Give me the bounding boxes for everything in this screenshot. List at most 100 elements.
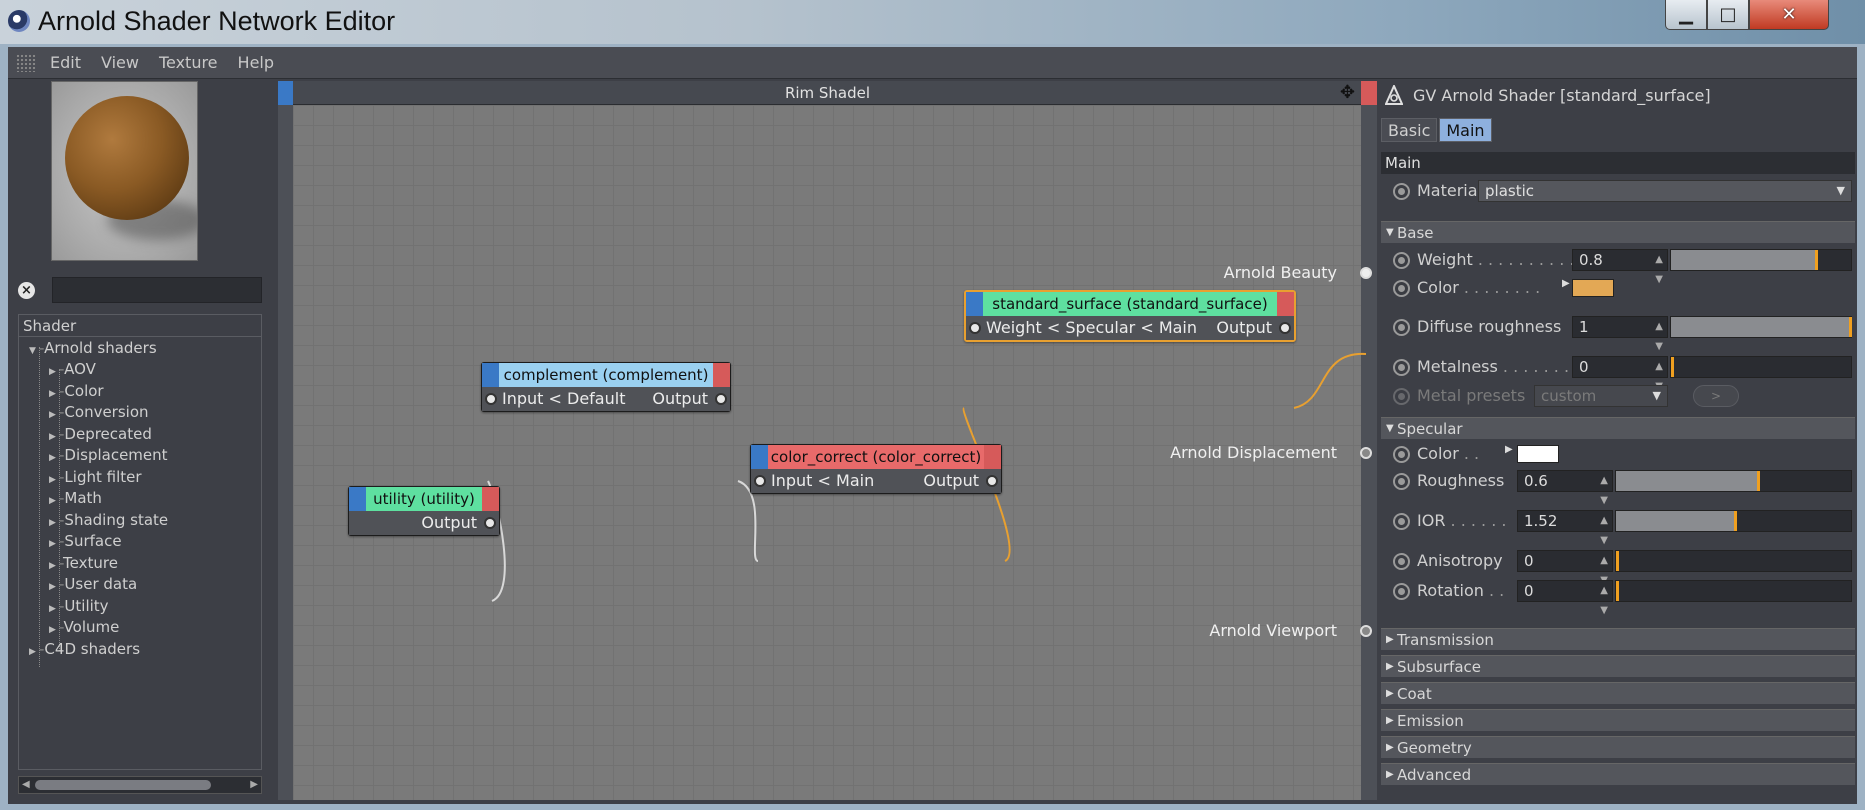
slider-handle[interactable] [1616,551,1619,571]
base-color-swatch[interactable] [1572,279,1614,297]
tree-item-color[interactable]: ▶ -Color [49,380,104,402]
slider-handle[interactable] [1733,511,1737,531]
scroll-left-icon[interactable]: ◀ [22,777,30,793]
editor-output-tab[interactable] [1361,81,1377,105]
keyframe-radio-icon[interactable] [1393,583,1410,600]
output-port-icon[interactable] [1279,322,1291,334]
keyframe-radio-icon[interactable] [1393,513,1410,530]
output-port-icon[interactable] [484,517,496,529]
input-port-icon[interactable] [969,322,981,334]
tree-item-surface[interactable]: ▶ -Surface [49,530,122,552]
tree-item-c4d-shaders[interactable]: ▶ -C4D shaders [29,638,140,660]
group-subsurface-header[interactable]: ▶ Subsurface [1381,655,1855,677]
tree-item-utility[interactable]: ▶ -Utility [49,595,109,617]
rotation-slider[interactable] [1615,580,1852,602]
output-arnold-beauty-port-icon[interactable] [1360,267,1372,279]
tree-horizontal-scrollbar[interactable]: ◀ ▶ [18,776,262,794]
material-preview[interactable] [51,81,198,261]
node-standard-surface[interactable]: standard_surface (standard_surface) Weig… [964,290,1296,342]
diffuse-roughness-slider[interactable] [1670,316,1853,338]
metalness-slider[interactable] [1670,356,1852,378]
node-standard-surface-header[interactable]: standard_surface (standard_surface) [966,292,1294,316]
group-advanced-header[interactable]: ▶ Advanced [1381,763,1855,785]
menu-texture[interactable]: Texture [159,53,218,72]
metalness-field[interactable]: 0▲▼ [1572,356,1668,392]
expanded-arrow-icon[interactable]: ▼ [29,340,39,362]
node-utility[interactable]: utility (utility) Output [348,486,500,536]
tree-item-arnold-shaders[interactable]: ▼ -Arnold shaders [29,337,157,359]
tree-item-displacement[interactable]: ▶ -Displacement [49,444,168,466]
group-geometry-header[interactable]: ▶ Geometry [1381,736,1855,758]
expand-color-arrow-icon[interactable]: ▶ [1562,278,1570,289]
base-weight-slider[interactable] [1670,249,1852,271]
group-emission-header[interactable]: ▶ Emission [1381,709,1855,731]
clear-search-icon[interactable]: × [18,282,35,299]
tree-item-conversion[interactable]: ▶ -Conversion [49,401,149,423]
group-specular-header[interactable]: ▼ Specular [1381,417,1855,439]
node-output-tab[interactable] [482,487,499,511]
menu-view[interactable]: View [101,53,139,72]
keyframe-radio-icon[interactable] [1393,183,1410,200]
tree-item-user-data[interactable]: ▶ -User data [49,573,137,595]
spinner-icon[interactable]: ▲▼ [1600,511,1608,551]
keyframe-radio-icon[interactable] [1393,319,1410,336]
material-dropdown[interactable]: plastic ▼ [1478,180,1852,202]
scrollbar-thumb[interactable] [35,780,211,790]
node-complement-header[interactable]: complement (complement) [482,363,730,387]
group-base-header[interactable]: ▼ Base [1381,221,1855,243]
node-output-tab[interactable] [984,445,1001,469]
spinner-icon[interactable]: ▲▼ [1600,581,1608,621]
output-port-icon[interactable] [986,475,998,487]
tab-basic[interactable]: Basic [1381,118,1438,142]
collapsed-arrow-icon[interactable]: ▶ [29,641,39,663]
spinner-icon[interactable]: ▲▼ [1655,317,1663,357]
specular-color-swatch[interactable] [1517,445,1559,463]
menu-help[interactable]: Help [238,53,274,72]
group-transmission-header[interactable]: ▶ Transmission [1381,628,1855,650]
pan-zoom-icon[interactable]: ✥ [1340,82,1355,103]
tree-item-aov[interactable]: ▶ -AOV [49,358,96,380]
tree-item-texture[interactable]: ▶ -Texture [49,552,118,574]
keyframe-radio-icon[interactable] [1393,359,1410,376]
maximize-button[interactable]: □ [1707,0,1749,30]
close-button[interactable]: ✕ [1749,0,1829,30]
ior-field[interactable]: 1.52 ▲ ▼ [1517,510,1613,546]
slider-handle[interactable] [1815,250,1818,270]
menu-edit[interactable]: Edit [50,53,81,72]
input-port-icon[interactable] [485,393,497,405]
output-port-icon[interactable] [715,393,727,405]
anisotropy-field[interactable]: 0▲▼ [1517,550,1613,586]
node-input-tab[interactable] [349,487,366,511]
node-output-tab[interactable] [713,363,730,387]
node-color-correct-header[interactable]: color_correct (color_correct) [751,445,1001,469]
slider-handle[interactable] [1757,471,1760,491]
spinner-icon[interactable]: ▲▼ [1600,471,1608,511]
tree-item-math[interactable]: ▶ -Math [49,487,102,509]
keyframe-radio-icon[interactable] [1393,473,1410,490]
node-utility-header[interactable]: utility (utility) [349,487,499,511]
slider-handle[interactable] [1616,581,1619,601]
tree-item-volume[interactable]: ▶ -Volume [49,616,119,638]
specular-roughness-slider[interactable] [1615,470,1852,492]
node-input-tab[interactable] [751,445,768,469]
ior-slider[interactable] [1615,510,1852,532]
rotation-field[interactable]: 0 ▲ ▼ [1517,580,1613,616]
node-output-tab[interactable] [1277,292,1294,316]
base-weight-field[interactable]: 0.8 ▲ ▼ [1572,249,1668,285]
keyframe-radio-icon[interactable] [1393,252,1410,269]
tab-main[interactable]: Main [1439,118,1492,142]
node-complement[interactable]: complement (complement) Input < Default … [481,362,731,412]
node-input-tab[interactable] [966,292,983,316]
output-arnold-displacement-port-icon[interactable] [1360,447,1372,459]
anisotropy-slider[interactable] [1615,550,1852,572]
keyframe-radio-icon[interactable] [1393,553,1410,570]
slider-handle[interactable] [1671,357,1674,377]
group-coat-header[interactable]: ▶ Coat [1381,682,1855,704]
node-input-tab[interactable] [482,363,499,387]
tree-item-light-filter[interactable]: ▶ -Light filter [49,466,142,488]
slider-handle[interactable] [1849,317,1853,337]
tree-item-deprecated[interactable]: ▶ -Deprecated [49,423,152,445]
scroll-right-icon[interactable]: ▶ [250,777,258,793]
diffuse-roughness-field[interactable]: 1 ▲ ▼ [1572,316,1668,352]
input-port-icon[interactable] [754,475,766,487]
